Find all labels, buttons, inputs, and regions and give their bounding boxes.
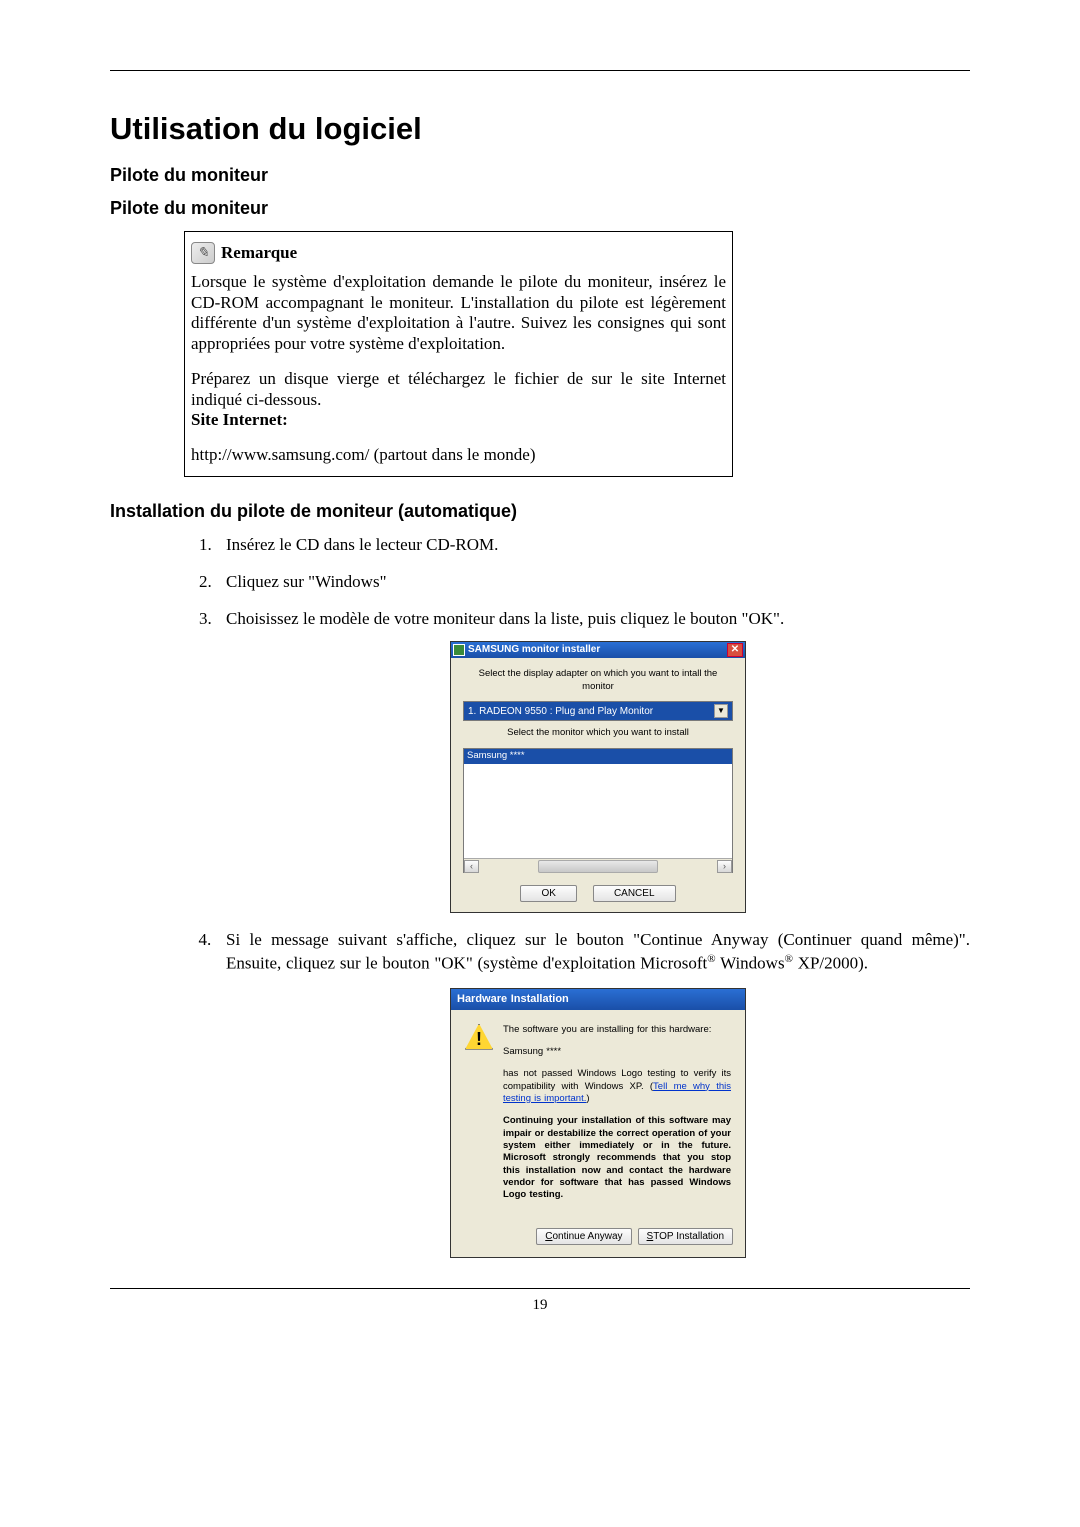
adapter-dropdown[interactable]: 1. RADEON 9550 : Plug and Play Monitor ▼ (463, 701, 733, 721)
remarque-box: ✎ Remarque Lorsque le système d'exploita… (184, 231, 733, 477)
remarque-url: http://www.samsung.com/ (partout dans le… (191, 445, 726, 466)
hw-text-line3: has not passed Windows Logo testing to v… (503, 1068, 731, 1105)
step-3-text: Choisissez le modèle de votre moniteur d… (226, 609, 784, 628)
top-horizontal-rule (110, 70, 970, 71)
chevron-down-icon[interactable]: ▼ (714, 704, 728, 718)
subheading-2: Pilote du moniteur (110, 198, 970, 219)
installer-label-1: Select the display adapter on which you … (463, 668, 733, 694)
continue-rest: ontinue Anyway (552, 1231, 622, 1242)
subheading-1: Pilote du moniteur (110, 165, 970, 186)
hw-text-line2: Samsung **** (503, 1046, 731, 1058)
registered-mark-1: ® (707, 953, 715, 965)
monitor-listbox[interactable]: Samsung **** ‹ › (463, 748, 733, 873)
registered-mark-2: ® (785, 953, 793, 965)
remarque-paragraph-1: Lorsque le système d'exploitation demand… (191, 272, 726, 355)
continue-anyway-button[interactable]: Continue Anyway (536, 1228, 631, 1245)
page-number: 19 (110, 1297, 970, 1314)
stop-installation-button[interactable]: STOP Installation (638, 1228, 733, 1245)
hw-warning-bold: Continuing your installation of this sof… (503, 1115, 731, 1201)
warning-icon: ! (465, 1024, 493, 1050)
step-4: Si le message suivant s'affiche, cliquez… (216, 929, 970, 1258)
install-heading: Installation du pilote de moniteur (auto… (110, 501, 970, 522)
step-3: Choisissez le modèle de votre moniteur d… (216, 608, 970, 913)
hw-text-3b: ) (586, 1093, 589, 1104)
hardware-installation-dialog: Hardware Installation ! The software you… (450, 988, 746, 1258)
stop-rest: TOP Installation (653, 1231, 724, 1242)
step-1: Insérez le CD dans le lecteur CD-ROM. (216, 534, 970, 557)
remarque-prep-text: Préparez un disque vierge et téléchargez… (191, 369, 726, 409)
installer-titlebar: SAMSUNG monitor installer ✕ (451, 642, 745, 658)
cancel-button[interactable]: CANCEL (593, 885, 676, 902)
monitor-selected-item[interactable]: Samsung **** (464, 749, 732, 764)
scroll-right-icon[interactable]: › (717, 860, 732, 873)
remarque-paragraph-2: Préparez un disque vierge et téléchargez… (191, 369, 726, 431)
hw-text-line1: The software you are installing for this… (503, 1024, 731, 1036)
installer-app-icon (453, 644, 465, 656)
site-internet-label: Site Internet: (191, 410, 288, 429)
bottom-horizontal-rule (110, 1288, 970, 1289)
note-icon: ✎ (191, 242, 215, 264)
step-4-text-b: Windows (716, 954, 785, 973)
horizontal-scrollbar[interactable]: ‹ › (464, 858, 732, 873)
page-title: Utilisation du logiciel (110, 111, 970, 147)
step-2: Cliquez sur "Windows" (216, 571, 970, 594)
scroll-left-icon[interactable]: ‹ (464, 860, 479, 873)
close-icon[interactable]: ✕ (727, 643, 743, 657)
remarque-title: Remarque (221, 243, 297, 263)
installer-label-2: Select the monitor which you want to ins… (463, 727, 733, 740)
step-4-text-c: XP/2000). (793, 954, 868, 973)
adapter-selected-value: 1. RADEON 9550 : Plug and Play Monitor (468, 705, 653, 719)
installer-title: SAMSUNG monitor installer (468, 643, 600, 657)
installer-dialog: SAMSUNG monitor installer ✕ Select the d… (450, 641, 746, 913)
hw-titlebar: Hardware Installation (451, 989, 745, 1010)
ok-button[interactable]: OK (520, 885, 576, 902)
scroll-thumb[interactable] (538, 860, 658, 873)
